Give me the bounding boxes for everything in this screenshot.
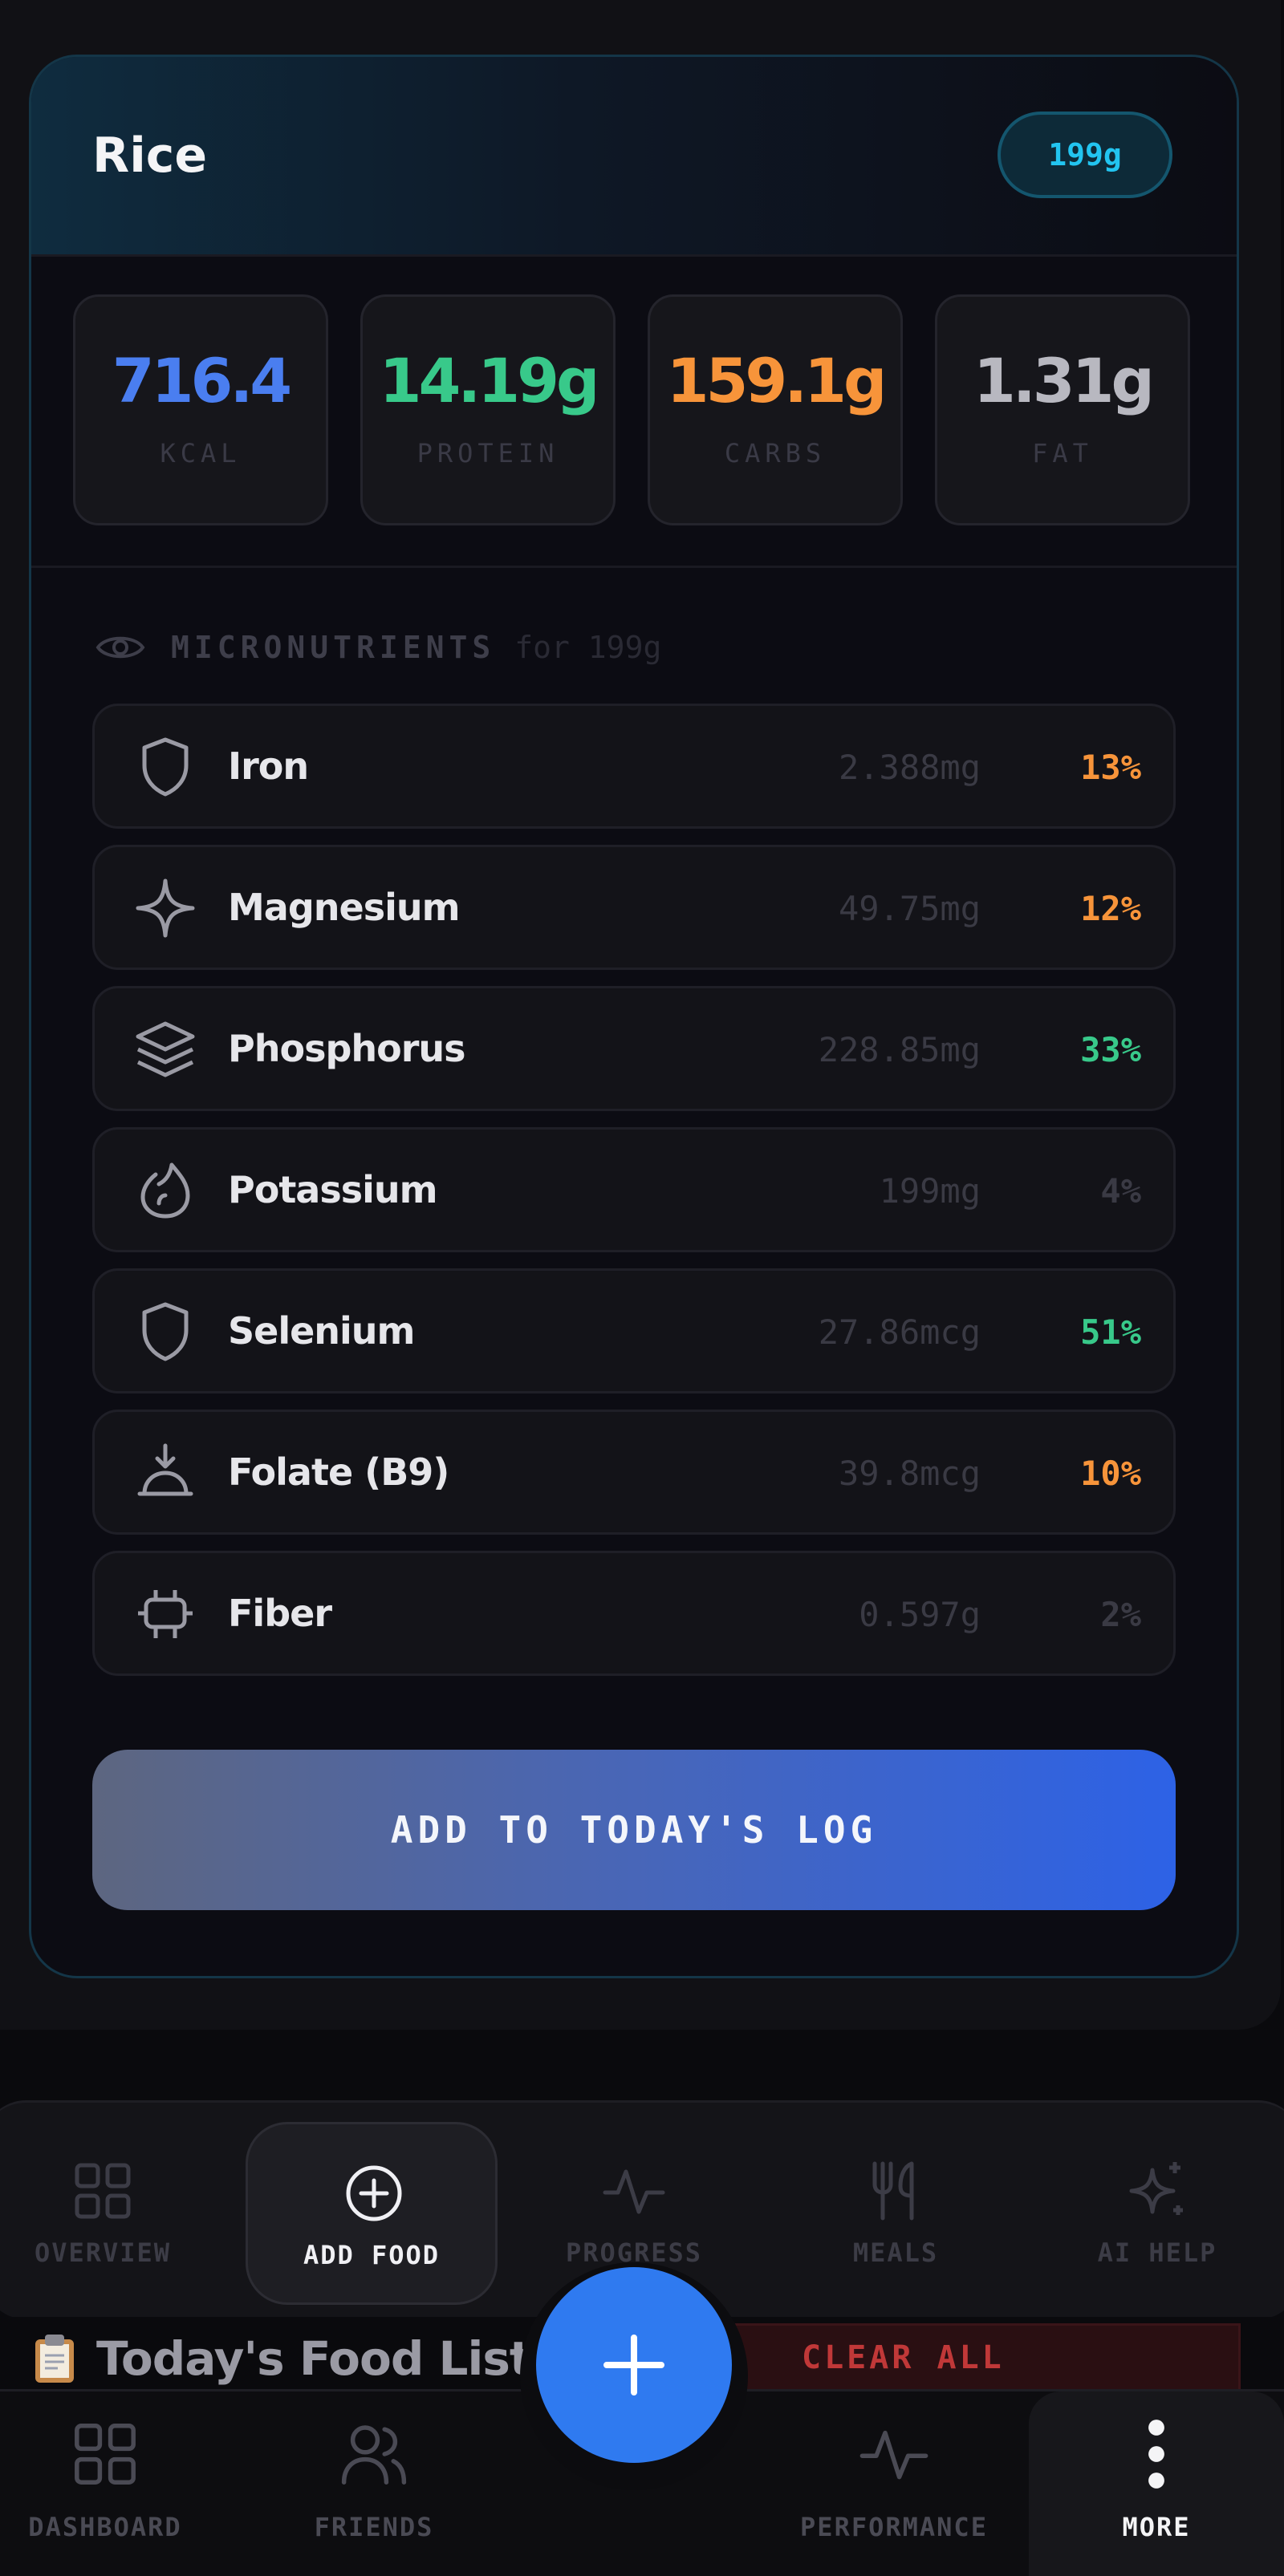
add-fab-button[interactable] bbox=[536, 2267, 732, 2463]
nav-tab-label: ADD FOOD bbox=[303, 2240, 441, 2270]
macro-fat-label: FAT bbox=[1032, 438, 1093, 469]
nutrient-row-selenium[interactable]: Selenium 27.86mcg 51% bbox=[92, 1268, 1176, 1393]
macro-carbs-value: 159.1g bbox=[666, 345, 888, 416]
card-header: Rice 199g bbox=[31, 57, 1237, 257]
nutrient-name: Potassium bbox=[228, 1168, 438, 1211]
nav-performance[interactable]: PERFORMANCE bbox=[770, 2391, 1018, 2576]
activity-icon bbox=[859, 2430, 928, 2480]
nav-label: FRIENDS bbox=[314, 2512, 434, 2542]
nutrient-percent: 2% bbox=[1100, 1595, 1141, 1634]
add-to-log-button[interactable]: ADD TO TODAY'S LOG bbox=[92, 1750, 1176, 1910]
macro-protein-label: PROTEIN bbox=[416, 438, 559, 469]
macro-carbs: 159.1g CARBS bbox=[648, 294, 903, 525]
nav-dashboard[interactable]: DASHBOARD bbox=[0, 2391, 210, 2576]
grid-icon bbox=[75, 2163, 131, 2219]
nutrient-amount: 2.388mg bbox=[838, 748, 981, 787]
layers-icon bbox=[136, 1021, 195, 1077]
macro-kcal-value: 716.4 bbox=[112, 345, 292, 416]
nav-label: DASHBOARD bbox=[28, 2512, 182, 2542]
nutrient-percent: 51% bbox=[1080, 1312, 1141, 1352]
macro-kcal-label: KCAL bbox=[160, 438, 242, 469]
food-list-title: Today's Food List bbox=[96, 2331, 532, 2386]
food-detail-card: Rice 199g 716.4 KCAL 14.19g PROTEIN 159.… bbox=[29, 55, 1239, 1978]
nav-label: MORE bbox=[1122, 2512, 1191, 2542]
clipboard-icon bbox=[35, 2335, 74, 2383]
activity-icon bbox=[603, 2169, 665, 2214]
nutrient-name: Selenium bbox=[228, 1309, 415, 1353]
macro-kcal: 716.4 KCAL bbox=[73, 294, 328, 525]
weight-badge[interactable]: 199g bbox=[998, 112, 1172, 198]
nutrient-percent: 12% bbox=[1080, 889, 1141, 928]
nav-friends[interactable]: FRIENDS bbox=[274, 2391, 473, 2576]
nav-tab-label: MEALS bbox=[852, 2237, 939, 2268]
nav-tab-overview[interactable]: OVERVIEW bbox=[0, 2103, 223, 2303]
plug-icon bbox=[138, 1590, 193, 1638]
nav-tab-meals[interactable]: MEALS bbox=[775, 2103, 1016, 2303]
plus-circle-icon bbox=[346, 2165, 402, 2221]
nutrient-percent: 33% bbox=[1080, 1030, 1141, 1069]
eye-icon bbox=[95, 636, 145, 659]
nutrient-name: Magnesium bbox=[228, 886, 461, 929]
nav-more[interactable]: MORE bbox=[1029, 2391, 1284, 2576]
micronutrients-header: MICRONUTRIENTS for 199g bbox=[95, 623, 661, 671]
plus-icon bbox=[603, 2335, 664, 2395]
food-name: Rice bbox=[92, 128, 208, 184]
sparkles-icon bbox=[1129, 2162, 1183, 2215]
utensils-icon bbox=[872, 2161, 914, 2221]
macro-fat: 1.31g FAT bbox=[935, 294, 1190, 525]
nutrient-amount: 0.597g bbox=[859, 1595, 981, 1634]
users-icon bbox=[341, 2425, 407, 2485]
nutrient-percent: 10% bbox=[1080, 1454, 1141, 1493]
nutrient-name: Fiber bbox=[228, 1592, 332, 1635]
nutrient-amount: 228.85mg bbox=[818, 1030, 981, 1069]
nutrient-amount: 199mg bbox=[879, 1171, 981, 1211]
nav-tab-ai-help[interactable]: AI HELP bbox=[1037, 2103, 1278, 2303]
macro-protein: 14.19g PROTEIN bbox=[360, 294, 616, 525]
nutrient-row-folate[interactable]: Folate (B9) 39.8mcg 10% bbox=[92, 1410, 1176, 1535]
nav-tab-add-food[interactable]: ADD FOOD bbox=[246, 2122, 498, 2305]
nutrient-percent: 4% bbox=[1100, 1171, 1141, 1211]
nutrient-amount: 39.8mcg bbox=[838, 1454, 981, 1493]
nutrient-percent: 13% bbox=[1080, 748, 1141, 787]
micronutrients-subtitle: for 199g bbox=[514, 630, 662, 665]
nutrient-row-phosphorus[interactable]: Phosphorus 228.85mg 33% bbox=[92, 986, 1176, 1111]
nutrient-row-magnesium[interactable]: Magnesium 49.75mg 12% bbox=[92, 845, 1176, 970]
nutrient-name: Folate (B9) bbox=[228, 1450, 449, 1494]
section-divider bbox=[31, 566, 1237, 568]
nutrient-row-potassium[interactable]: Potassium 199mg 4% bbox=[92, 1127, 1176, 1252]
nutrient-row-fiber[interactable]: Fiber 0.597g 2% bbox=[92, 1551, 1176, 1676]
more-vertical-icon bbox=[1148, 2420, 1164, 2489]
macro-fat-value: 1.31g bbox=[973, 345, 1155, 416]
bowl-icon bbox=[137, 1443, 193, 1496]
nav-label: PERFORMANCE bbox=[800, 2512, 988, 2542]
clear-all-button[interactable]: CLEAR ALL bbox=[722, 2323, 1241, 2392]
grid-icon bbox=[75, 2424, 136, 2485]
shield-icon bbox=[142, 1302, 189, 1361]
nutrient-amount: 49.75mg bbox=[838, 889, 981, 928]
macro-carbs-label: CARBS bbox=[724, 438, 827, 469]
sparkle-icon bbox=[136, 878, 195, 938]
nutrient-amount: 27.86mcg bbox=[818, 1312, 981, 1352]
shield-icon bbox=[142, 737, 189, 797]
nutrient-name: Iron bbox=[228, 744, 309, 788]
nutrient-name: Phosphorus bbox=[228, 1027, 466, 1070]
nav-tab-label: OVERVIEW bbox=[34, 2237, 172, 2268]
nutrient-row-iron[interactable]: Iron 2.388mg 13% bbox=[92, 704, 1176, 829]
micronutrients-title: MICRONUTRIENTS bbox=[171, 630, 496, 665]
nav-tab-label: AI HELP bbox=[1097, 2237, 1217, 2268]
food-list-header: Today's Food List bbox=[32, 2327, 532, 2391]
flame-icon bbox=[140, 1162, 190, 1219]
macro-protein-value: 14.19g bbox=[379, 345, 600, 416]
